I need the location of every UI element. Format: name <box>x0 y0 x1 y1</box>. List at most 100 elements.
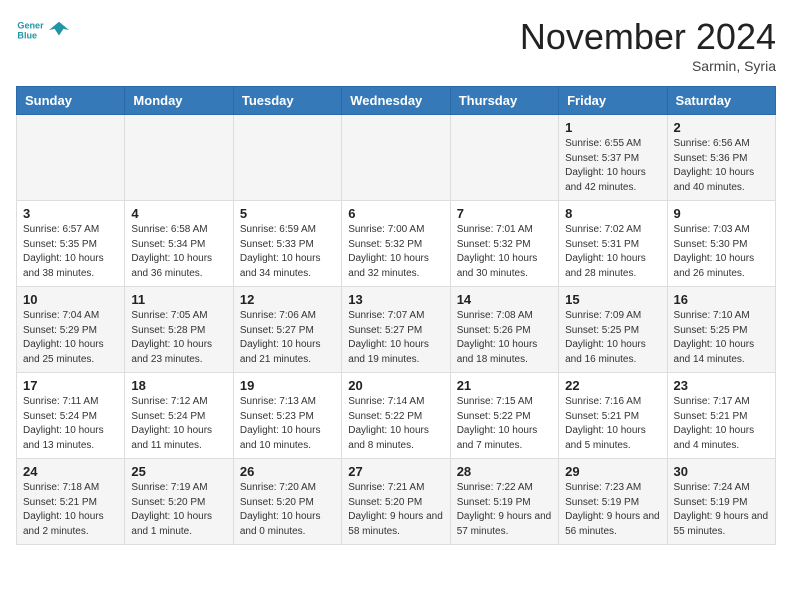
day-number: 5 <box>240 206 335 221</box>
day-info: Sunrise: 7:01 AM Sunset: 5:32 PM Dayligh… <box>457 223 552 281</box>
day-number: 4 <box>131 206 226 221</box>
day-number: 14 <box>457 292 552 307</box>
day-cell-3: 3Sunrise: 6:57 AM Sunset: 5:35 PM Daylig… <box>17 201 125 287</box>
weekday-header-saturday: Saturday <box>667 87 775 115</box>
day-info: Sunrise: 7:05 AM Sunset: 5:28 PM Dayligh… <box>131 309 226 367</box>
day-info: Sunrise: 7:12 AM Sunset: 5:24 PM Dayligh… <box>131 395 226 453</box>
day-number: 15 <box>565 292 660 307</box>
week-row-3: 10Sunrise: 7:04 AM Sunset: 5:29 PM Dayli… <box>17 287 776 373</box>
day-cell-29: 29 Sunrise: 7:23 AM Sunset: 5:19 PM Dayli… <box>559 459 667 545</box>
day-info: Sunrise: 7:21 AM Sunset: 5:20 PM Dayligh… <box>348 481 443 539</box>
empty-cell <box>233 115 341 201</box>
day-info: Sunrise: 7:23 AM Sunset: 5:19 PM Dayligh… <box>565 481 660 539</box>
day-cell-16: 16 Sunrise: 7:10 AM Sunset: 5:25 PM Dayli… <box>667 287 775 373</box>
day-number: 11 <box>131 292 226 307</box>
day-number: 1 <box>565 120 660 135</box>
day-info: Sunrise: 7:11 AM Sunset: 5:24 PM Dayligh… <box>23 395 118 453</box>
day-cell-21: 21Sunrise: 7:15 AM Sunset: 5:22 PM Dayli… <box>450 373 558 459</box>
day-number: 19 <box>240 378 335 393</box>
day-info: Sunrise: 7:00 AM Sunset: 5:32 PM Dayligh… <box>348 223 443 281</box>
month-title: November 2024 <box>520 16 776 58</box>
day-cell-14: 14Sunrise: 7:08 AM Sunset: 5:26 PM Dayli… <box>450 287 558 373</box>
day-cell-23: 23Sunrise: 7:17 AM Sunset: 5:21 PM Dayli… <box>667 373 775 459</box>
day-info: Sunrise: 7:10 AM Sunset: 5:25 PM Dayligh… <box>674 309 769 367</box>
weekday-header-tuesday: Tuesday <box>233 87 341 115</box>
day-number: 23 <box>674 378 769 393</box>
day-number: 20 <box>348 378 443 393</box>
svg-text:General: General <box>17 21 44 31</box>
day-cell-26: 26 Sunrise: 7:20 AM Sunset: 5:20 PM Dayli… <box>233 459 341 545</box>
day-cell-1: 1Sunrise: 6:55 AM Sunset: 5:37 PM Daylig… <box>559 115 667 201</box>
day-info: Sunrise: 6:56 AM Sunset: 5:36 PM Dayligh… <box>674 137 769 195</box>
day-number: 30 <box>674 464 769 479</box>
week-row-2: 3Sunrise: 6:57 AM Sunset: 5:35 PM Daylig… <box>17 201 776 287</box>
title-block: November 2024 Sarmin, Syria <box>520 16 776 74</box>
day-info: Sunrise: 7:15 AM Sunset: 5:22 PM Dayligh… <box>457 395 552 453</box>
day-info: Sunrise: 7:14 AM Sunset: 5:22 PM Dayligh… <box>348 395 443 453</box>
day-cell-20: 20 Sunrise: 7:14 AM Sunset: 5:22 PM Dayli… <box>342 373 450 459</box>
week-row-1: 1Sunrise: 6:55 AM Sunset: 5:37 PM Daylig… <box>17 115 776 201</box>
empty-cell <box>17 115 125 201</box>
week-row-4: 17Sunrise: 7:11 AM Sunset: 5:24 PM Dayli… <box>17 373 776 459</box>
day-cell-9: 9 Sunrise: 7:03 AM Sunset: 5:30 PM Daylig… <box>667 201 775 287</box>
week-row-5: 24 Sunrise: 7:18 AM Sunset: 5:21 PM Dayli… <box>17 459 776 545</box>
day-number: 25 <box>131 464 226 479</box>
logo-icon: General Blue <box>16 16 44 44</box>
day-number: 3 <box>23 206 118 221</box>
logo: General Blue <box>16 16 70 44</box>
day-cell-5: 5 Sunrise: 6:59 AM Sunset: 5:33 PM Daylig… <box>233 201 341 287</box>
day-info: Sunrise: 7:18 AM Sunset: 5:21 PM Dayligh… <box>23 481 118 539</box>
day-info: Sunrise: 7:02 AM Sunset: 5:31 PM Dayligh… <box>565 223 660 281</box>
day-number: 10 <box>23 292 118 307</box>
day-cell-7: 7 Sunrise: 7:01 AM Sunset: 5:32 PM Daylig… <box>450 201 558 287</box>
day-info: Sunrise: 7:07 AM Sunset: 5:27 PM Dayligh… <box>348 309 443 367</box>
day-cell-12: 12Sunrise: 7:06 AM Sunset: 5:27 PM Dayli… <box>233 287 341 373</box>
day-number: 9 <box>674 206 769 221</box>
day-cell-22: 22 Sunrise: 7:16 AM Sunset: 5:21 PM Dayli… <box>559 373 667 459</box>
day-info: Sunrise: 7:20 AM Sunset: 5:20 PM Dayligh… <box>240 481 335 539</box>
day-cell-8: 8 Sunrise: 7:02 AM Sunset: 5:31 PM Daylig… <box>559 201 667 287</box>
day-number: 26 <box>240 464 335 479</box>
day-number: 22 <box>565 378 660 393</box>
day-cell-15: 15 Sunrise: 7:09 AM Sunset: 5:25 PM Dayli… <box>559 287 667 373</box>
day-info: Sunrise: 7:03 AM Sunset: 5:30 PM Dayligh… <box>674 223 769 281</box>
day-number: 2 <box>674 120 769 135</box>
day-cell-25: 25 Sunrise: 7:19 AM Sunset: 5:20 PM Dayli… <box>125 459 233 545</box>
day-cell-27: 27 Sunrise: 7:21 AM Sunset: 5:20 PM Dayli… <box>342 459 450 545</box>
empty-cell <box>125 115 233 201</box>
empty-cell <box>450 115 558 201</box>
day-info: Sunrise: 7:09 AM Sunset: 5:25 PM Dayligh… <box>565 309 660 367</box>
empty-cell <box>342 115 450 201</box>
weekday-header-monday: Monday <box>125 87 233 115</box>
day-number: 29 <box>565 464 660 479</box>
day-number: 27 <box>348 464 443 479</box>
day-info: Sunrise: 6:59 AM Sunset: 5:33 PM Dayligh… <box>240 223 335 281</box>
day-info: Sunrise: 7:19 AM Sunset: 5:20 PM Dayligh… <box>131 481 226 539</box>
day-info: Sunrise: 7:13 AM Sunset: 5:23 PM Dayligh… <box>240 395 335 453</box>
day-number: 24 <box>23 464 118 479</box>
weekday-header-thursday: Thursday <box>450 87 558 115</box>
day-cell-17: 17Sunrise: 7:11 AM Sunset: 5:24 PM Dayli… <box>17 373 125 459</box>
day-cell-28: 28 Sunrise: 7:22 AM Sunset: 5:19 PM Dayli… <box>450 459 558 545</box>
day-number: 6 <box>348 206 443 221</box>
calendar-table: SundayMondayTuesdayWednesdayThursdayFrid… <box>16 86 776 545</box>
day-info: Sunrise: 7:22 AM Sunset: 5:19 PM Dayligh… <box>457 481 552 539</box>
day-cell-4: 4 Sunrise: 6:58 AM Sunset: 5:34 PM Daylig… <box>125 201 233 287</box>
page-header: General Blue November 2024 Sarmin, Syria <box>16 16 776 74</box>
day-info: Sunrise: 7:16 AM Sunset: 5:21 PM Dayligh… <box>565 395 660 453</box>
day-number: 7 <box>457 206 552 221</box>
day-number: 18 <box>131 378 226 393</box>
day-number: 13 <box>348 292 443 307</box>
day-cell-11: 11 Sunrise: 7:05 AM Sunset: 5:28 PM Dayli… <box>125 287 233 373</box>
day-cell-13: 13 Sunrise: 7:07 AM Sunset: 5:27 PM Dayli… <box>342 287 450 373</box>
day-number: 12 <box>240 292 335 307</box>
day-cell-30: 30Sunrise: 7:24 AM Sunset: 5:19 PM Dayli… <box>667 459 775 545</box>
day-number: 28 <box>457 464 552 479</box>
day-number: 16 <box>674 292 769 307</box>
day-number: 8 <box>565 206 660 221</box>
location: Sarmin, Syria <box>520 58 776 74</box>
weekday-header-friday: Friday <box>559 87 667 115</box>
day-info: Sunrise: 6:58 AM Sunset: 5:34 PM Dayligh… <box>131 223 226 281</box>
weekday-header-sunday: Sunday <box>17 87 125 115</box>
logo-bird-icon <box>48 19 70 41</box>
